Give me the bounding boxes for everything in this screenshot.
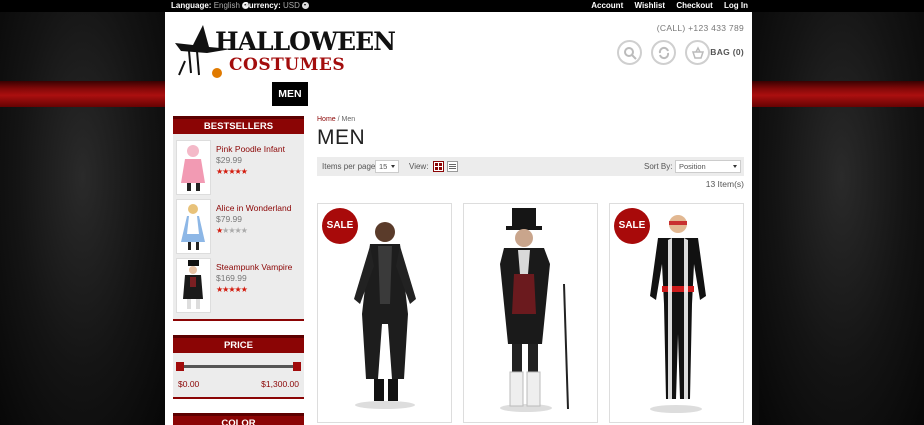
product-listing: Home / Men MEN Items per page 15 View: S… [317,116,744,423]
login-link[interactable]: Log In [724,1,748,10]
logo-title: HALLOWEEN [215,27,396,56]
page-title: MEN [317,126,366,149]
rating-stars: ★★★★★ [216,167,248,176]
chevron-down-icon [301,2,309,9]
breadcrumb-separator: / [337,116,340,123]
product-name[interactable]: Pink Poodle Infant [216,144,285,154]
product-thumbnail[interactable] [176,258,211,313]
list-view-button[interactable] [447,161,458,172]
price-filter: PRICE $0.00 $1,300.00 [173,335,304,399]
main-nav: HOME THEMES MEN WOMEN KIDS COUPLE GROUP … [173,82,752,106]
product-image [181,145,205,191]
color-heading: COLOR [173,413,304,425]
sort-by-label: Sort By: [644,162,673,171]
list-item[interactable]: Steampunk Vampire $169.99 ★★★★★ [173,256,304,315]
list-item[interactable]: Alice in Wonderland $79.99 ★★★★★ [173,197,304,256]
color-filter: COLOR [173,413,304,425]
items-per-page-label: Items per page [322,162,376,171]
sort-by-select[interactable]: Position [675,160,741,173]
items-per-page-select[interactable]: 15 [375,160,399,173]
search-button[interactable] [617,40,642,65]
nav-item-accessories[interactable]: ACCESSORIES [504,82,592,106]
nav-item-women[interactable]: WOMEN [308,82,361,106]
compare-button[interactable] [651,40,676,65]
language-value: English [213,1,240,10]
product-price: $169.99 [216,273,247,283]
bag-count[interactable]: BAG (0) [710,47,744,57]
logo-subtitle: COSTUMES [229,55,346,75]
price-slider[interactable] [176,362,301,371]
nav-item-couple[interactable]: COUPLE [398,82,454,106]
top-bar: Language: English Currency: USD Account … [0,0,924,12]
nav-item-custom[interactable]: CUSTOM [682,82,739,106]
product-price: $79.99 [216,214,242,224]
chevron-down-icon [391,165,395,168]
product-thumbnail[interactable] [176,199,211,254]
product-name[interactable]: Steampunk Vampire [216,262,292,272]
cart-button[interactable] [685,40,710,65]
breadcrumb: Home / Men [317,116,744,123]
price-slider-min-handle[interactable] [176,362,184,371]
listing-toolbar: Items per page 15 View: Sort By: Positio… [317,157,744,176]
items-per-page-value: 15 [379,162,388,171]
basket-icon [691,45,704,59]
grid-view-button[interactable] [433,161,444,172]
nav-item-kids[interactable]: KIDS [361,82,398,106]
chevron-down-icon [733,165,737,168]
language-label: Language: [171,1,212,10]
item-count: 13 Item(s) [705,179,744,189]
rating-stars: ★★★★★ [216,285,248,294]
nav-item-decorations[interactable]: DECORATIONS [593,82,682,106]
price-min: $0.00 [178,379,200,389]
product-image [181,204,205,250]
price-slider-max-handle[interactable] [293,362,301,371]
price-max: $1,300.00 [261,379,299,389]
product-image [183,260,203,309]
nav-item-men[interactable]: MEN [272,82,308,106]
checkout-link[interactable]: Checkout [676,1,712,10]
sort-by-value: Position [679,162,706,171]
account-link[interactable]: Account [591,1,623,10]
site-logo[interactable]: HALLOWEEN COSTUMES [173,21,396,81]
nav-item-home[interactable]: HOME [173,82,217,106]
phone-number: (CALL) +123 433 789 [656,23,744,33]
account-links: Account Wishlist Checkout Log In [582,0,748,12]
list-item[interactable]: Pink Poodle Infant $29.99 ★★★★★ [173,138,304,197]
product-card[interactable] [463,203,598,423]
currency-label: Currency: [243,1,281,10]
currency-value: USD [283,1,300,10]
background-right [759,12,924,425]
product-card[interactable]: SALE [609,203,744,423]
language-selector[interactable]: Language: English [171,0,249,12]
view-label: View: [409,162,429,171]
product-image [500,208,569,412]
breadcrumb-current: Men [341,116,356,123]
currency-selector[interactable]: Currency: USD [243,0,309,12]
refresh-icon [658,46,669,59]
sale-badge: SALE [614,208,650,244]
price-heading: PRICE [173,335,304,353]
bestsellers-list: Pink Poodle Infant $29.99 ★★★★★ Alice in… [173,134,304,321]
bestsellers-heading: BESTSELLERS [173,116,304,134]
price-range: $0.00 $1,300.00 [173,353,304,399]
product-card[interactable]: SALE [317,203,452,423]
sidebar: BESTSELLERS Pink Poodle Infant $29.99 ★★… [173,116,304,425]
product-name[interactable]: Alice in Wonderland [216,203,291,213]
product-price: $29.99 [216,155,242,165]
product-thumbnail[interactable] [176,140,211,195]
wishlist-link[interactable]: Wishlist [634,1,665,10]
nav-item-themes[interactable]: THEMES [217,82,273,106]
sale-badge: SALE [322,208,358,244]
rating-stars: ★★★★★ [216,226,248,235]
page-container: HALLOWEEN COSTUMES (CALL) +123 433 789 B… [165,12,752,425]
background-left [0,12,165,425]
search-icon [623,46,637,60]
breadcrumb-home[interactable]: Home [317,116,336,123]
nav-item-group[interactable]: GROUP [454,82,505,106]
